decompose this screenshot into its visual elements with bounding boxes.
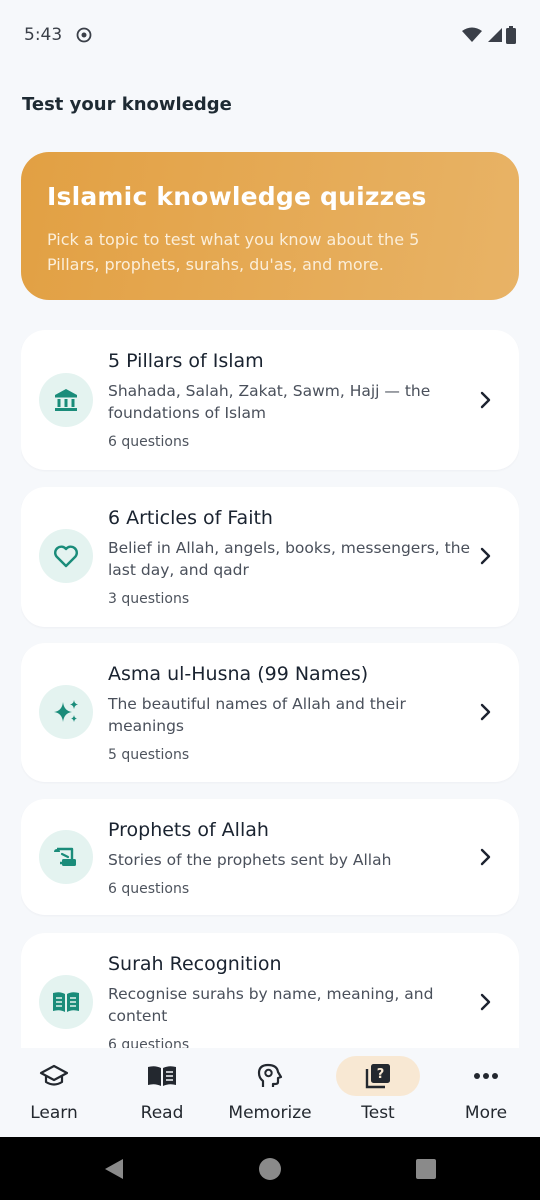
home-icon[interactable]	[258, 1157, 282, 1181]
quiz-title: Prophets of Allah	[108, 819, 269, 841]
status-time: 5:43	[24, 25, 63, 45]
nav-label: Test	[361, 1103, 395, 1123]
open-book-icon	[39, 975, 93, 1029]
system-navigation-bar	[0, 1137, 540, 1200]
app-notification-icon	[76, 27, 92, 43]
quiz-question-count: 6 questions	[108, 1037, 190, 1048]
quiz-question-count: 3 questions	[108, 591, 190, 607]
nav-test[interactable]: ? Test	[324, 1048, 432, 1137]
status-icons	[462, 26, 516, 44]
quiz-description: Recognise surahs by name, meaning, and c…	[108, 985, 434, 1025]
quiz-description: Belief in Allah, angels, books, messenge…	[108, 539, 471, 579]
back-icon[interactable]	[103, 1158, 125, 1180]
hero-banner: Islamic knowledge quizzes Pick a topic t…	[21, 152, 519, 300]
chevron-right-icon	[480, 848, 491, 866]
bottom-navigation: Learn Read Memorize ? Test More	[0, 1048, 540, 1137]
quiz-title: 5 Pillars of Islam	[108, 350, 264, 372]
sparkle-icon	[39, 685, 93, 739]
battery-icon	[506, 26, 516, 44]
quiz-icon: ?	[336, 1056, 420, 1096]
more-dots-icon	[444, 1056, 528, 1096]
quiz-description: Stories of the prophets sent by Allah	[108, 851, 392, 869]
scroll-icon	[39, 830, 93, 884]
quiz-description: The beautiful names of Allah and their m…	[108, 695, 406, 735]
nav-label: Memorize	[228, 1103, 312, 1123]
nav-memorize[interactable]: Memorize	[216, 1048, 324, 1137]
brain-head-icon	[228, 1056, 312, 1096]
quiz-card[interactable]: Surah Recognition Recognise surahs by na…	[21, 933, 519, 1048]
chevron-right-icon	[480, 703, 491, 721]
page-title: Test your knowledge	[22, 94, 232, 115]
quiz-card[interactable]: 5 Pillars of Islam Shahada, Salah, Zakat…	[21, 330, 519, 470]
nav-more[interactable]: More	[432, 1048, 540, 1137]
chevron-right-icon	[480, 547, 491, 565]
status-bar: 5:43	[0, 0, 540, 70]
quiz-question-count: 6 questions	[108, 881, 190, 897]
svg-text:?: ?	[377, 1067, 385, 1082]
nav-learn[interactable]: Learn	[0, 1048, 108, 1137]
wifi-icon	[462, 27, 482, 42]
quiz-question-count: 6 questions	[108, 434, 190, 450]
hero-title: Islamic knowledge quizzes	[47, 182, 427, 211]
hero-subtitle: Pick a topic to test what you know about…	[47, 230, 420, 274]
nav-read[interactable]: Read	[108, 1048, 216, 1137]
nav-label: Learn	[30, 1103, 78, 1123]
nav-label: Read	[140, 1103, 184, 1123]
quiz-card[interactable]: Prophets of Allah Stories of the prophet…	[21, 799, 519, 915]
quiz-description: Shahada, Salah, Zakat, Sawm, Hajj — the …	[108, 382, 431, 422]
quiz-question-count: 5 questions	[108, 747, 190, 763]
graduation-cap-icon	[12, 1056, 96, 1096]
recents-icon[interactable]	[416, 1159, 436, 1179]
quiz-title: Surah Recognition	[108, 953, 282, 975]
signal-icon	[488, 28, 502, 42]
quiz-card[interactable]: Asma ul-Husna (99 Names) The beautiful n…	[21, 643, 519, 782]
chevron-right-icon	[480, 993, 491, 1011]
quiz-title: Asma ul-Husna (99 Names)	[108, 663, 369, 685]
bank-icon	[39, 373, 93, 427]
quiz-title: 6 Articles of Faith	[108, 507, 273, 529]
chevron-right-icon	[480, 391, 491, 409]
quiz-list: 5 Pillars of Islam Shahada, Salah, Zakat…	[21, 330, 519, 1048]
nav-label: More	[464, 1103, 508, 1123]
book-icon	[120, 1056, 204, 1096]
heart-icon	[39, 529, 93, 583]
quiz-card[interactable]: 6 Articles of Faith Belief in Allah, ang…	[21, 487, 519, 627]
